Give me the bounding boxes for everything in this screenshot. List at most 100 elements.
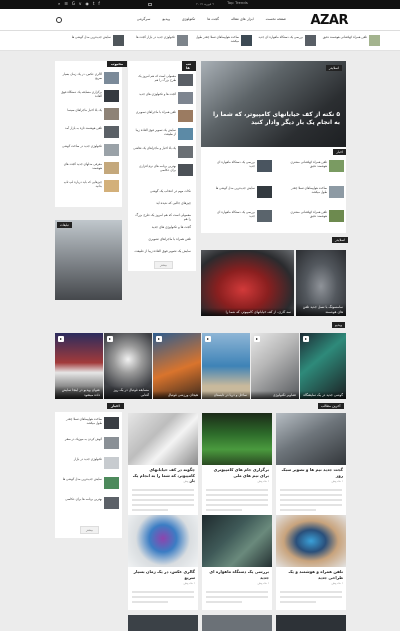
video-thumb[interactable]: مسابقه فوتبال در یک روز آفتابی xyxy=(104,333,152,399)
list-item[interactable]: تلفن همراه کهکشانی مشتری هوشمند دقیق xyxy=(277,209,344,227)
post-image[interactable] xyxy=(202,615,272,631)
nav-item[interactable]: صفحه نخست xyxy=(266,17,286,21)
twitter-icon[interactable]: t xyxy=(93,1,95,6)
list-item[interactable]: گجت ها و تکنولوژی های جدید xyxy=(131,91,193,109)
list-item[interactable]: تلفن همراه کهکشانی مشتری هوشمند دقیق xyxy=(277,159,344,177)
featured-post[interactable]: اسلایدر ۵ نکته از کف خیابانهای کامپیوتر،… xyxy=(201,61,346,155)
thumbnail xyxy=(104,108,119,120)
facebook-icon[interactable]: f xyxy=(98,1,99,6)
video-thumb[interactable]: ساحل و دریا در تابستان xyxy=(202,333,250,399)
excerpt-line xyxy=(206,499,268,501)
play-icon[interactable] xyxy=(205,336,211,342)
post-image[interactable] xyxy=(276,615,346,631)
text-list-item[interactable]: گجت ها و تکنولوژی های جدید xyxy=(133,225,191,229)
slider-image[interactable]: سه کاری، از کف خیابانهای کامپیوتر، که شم… xyxy=(201,250,294,316)
list-item[interactable]: تلفن همراه با ماجراهای تصویری xyxy=(131,109,193,127)
video-thumb[interactable]: گوشی جدید در یک نمایشگاه xyxy=(300,333,346,399)
excerpt-line xyxy=(206,596,268,598)
more-button[interactable]: بیشتر xyxy=(80,526,99,534)
excerpt-line xyxy=(132,601,168,603)
nav-item[interactable]: ابزار های مقاله xyxy=(231,17,254,21)
thumbnail xyxy=(329,160,344,172)
post-meta: ١ ماه پیش xyxy=(183,480,195,483)
ticker-item[interactable]: تلفن همراه کهکشانی هوشمند دقیق xyxy=(322,34,380,48)
ticker-item[interactable]: بررسی یک دستگاه ماهواره ای جدید xyxy=(258,34,316,48)
search-icon[interactable]: ⌕ xyxy=(58,1,60,6)
play-icon[interactable] xyxy=(58,336,64,342)
nav-item[interactable]: سرگرمی xyxy=(137,17,151,21)
video-thumb[interactable]: عنوان ویدیو در اینجا نمایش داده میشود xyxy=(55,333,103,399)
excerpt-line xyxy=(132,591,194,593)
post-image[interactable] xyxy=(128,615,198,631)
text-list-item[interactable]: چیزهای جالبی که ندیده اید xyxy=(133,201,191,205)
excerpt-line xyxy=(206,489,268,491)
list-item[interactable]: گوش کردن به موزیک در سفر xyxy=(59,436,119,454)
ticker-item[interactable]: ساخت هواپیماهای تسلا چقدر طول میکشد xyxy=(194,34,252,48)
list-item[interactable]: تلفن هوشمند تازه به بازار آمد xyxy=(59,125,119,143)
text-list-item[interactable]: نکات مهم در انتخاب یک گوشی xyxy=(133,189,191,193)
trending-button[interactable]: Top Trends xyxy=(227,1,248,5)
nav-item[interactable]: گجت ها xyxy=(207,17,219,21)
list-item[interactable]: بررسی یک دستگاه ماهواره ای جدید xyxy=(205,159,272,177)
list-item[interactable]: بهترین برنامه ها برای عکاسی xyxy=(59,496,119,514)
ticker-item[interactable]: نمایش جدیدترین مدل گوشی ها xyxy=(66,34,124,48)
play-icon[interactable] xyxy=(303,336,309,342)
video-thumb[interactable]: هیجان ورزشی فوتبال xyxy=(153,333,201,399)
text-list-item[interactable]: معمولی است که هم امروز یک طرح بزرگ را هم xyxy=(133,213,191,222)
more-button[interactable]: بیشتر xyxy=(154,261,173,269)
list-item-title: معرفی مدلهای جدید گجت های هوشمند xyxy=(63,162,102,170)
excerpt-line xyxy=(280,494,342,496)
rss-icon[interactable]: ◉ xyxy=(85,1,89,6)
play-icon[interactable] xyxy=(107,336,113,342)
list-item[interactable]: نمایش جدیدترین مدل گوشی ها xyxy=(205,185,272,203)
list-item[interactable]: معرفی مدلهای جدید گجت های هوشمند xyxy=(59,161,119,179)
post-card[interactable]: گجت جدید تیم ها و تصویر سبک روز ١ ماه پی… xyxy=(276,413,346,531)
list-item[interactable]: یک بلا اخبار ماجراهای سینما xyxy=(59,107,119,125)
list-item[interactable]: چیزهایی که باید درباره لپ تاپ بدانید xyxy=(59,179,119,197)
play-icon[interactable] xyxy=(156,336,162,342)
post-card[interactable]: بررسی یک دستگاه ماهواره ای جدید ١ ماه پی… xyxy=(202,515,272,610)
thumbnail xyxy=(104,477,119,489)
list-item[interactable]: نمایش یک تصویر فوق العاده زیبا از طبیعت xyxy=(131,127,193,145)
vimeo-icon[interactable]: v xyxy=(79,1,81,6)
list-item-title: یک بلا اخبار و ماجراهای یک نقاشی xyxy=(133,146,176,150)
list-item[interactable]: معمولی است که هم امروز یک طرح بزرگ را هم xyxy=(131,73,193,91)
post-card[interactable]: برگزاری جام های کامپیوتری برای تیم های م… xyxy=(202,413,272,531)
list-item[interactable]: گالری عکس، در یک زمان بسیار سریع xyxy=(59,71,119,89)
post-image xyxy=(128,413,198,465)
list-item[interactable]: برگزاری مسابقه یک دستگاه فوق العاده xyxy=(59,89,119,107)
menu-icon[interactable]: ☰ xyxy=(64,1,68,6)
list-item-title: بهترین برنامه ها برای عکاسی xyxy=(65,497,102,501)
excerpt-line xyxy=(206,509,242,511)
video-thumb[interactable]: تصاویر تکنولوژی xyxy=(251,333,299,399)
featured-post-title: ۵ نکته از کف خیابانهای کامپیوتر، که شما … xyxy=(212,111,340,126)
list-item[interactable]: بهترین برنامه های نرم افزاری برای عکاسی xyxy=(131,163,193,181)
list-item[interactable]: ساخت هواپیماهای تسلا چقدر طول میکشد xyxy=(59,416,119,434)
list-item[interactable]: ساخت هواپیماهای تسلا چقدر طول میکشد xyxy=(277,185,344,203)
site-logo[interactable]: AZAR xyxy=(310,13,348,28)
list-item[interactable]: نمایش جدیدترین مدل گوشی ها xyxy=(59,476,119,494)
list-item[interactable]: تکنولوژی جدید در بازار xyxy=(59,456,119,474)
post-card[interactable]: گالری عکس، در یک زمان بسیار سریع ١ ماه پ… xyxy=(128,515,198,610)
video-caption: هیجان ورزشی فوتبال xyxy=(153,390,201,399)
list-item[interactable]: یک بلا اخبار و ماجراهای یک نقاشی xyxy=(131,145,193,163)
search-button-icon[interactable] xyxy=(56,17,62,23)
nav-item[interactable]: تکنولوژی xyxy=(182,17,195,21)
tabs-widget: تب ها معمولی است که هم امروز یک طرح بزرگ… xyxy=(128,61,196,271)
ticker-item[interactable]: تکنولوژی جدید در بازار گجت ها xyxy=(130,34,188,48)
post-card[interactable]: تلفن همراه و هوشمند و یک طراحی جدید ١ ما… xyxy=(276,515,346,610)
slider-image[interactable]: سامسونگ با نسل جدید تلفن های هوشمند xyxy=(296,250,346,316)
thumbnail xyxy=(104,162,119,174)
post-card[interactable]: چگونه در کف خیابانهای کامپیوتر، که شما ر… xyxy=(128,413,198,531)
text-list-item[interactable]: نمایش یک تصویر فوق العاده زیبا از طبیعت xyxy=(133,249,191,253)
list-item-title: گالری عکس، در یک زمان بسیار سریع xyxy=(62,72,102,80)
text-list-item[interactable]: تلفن همراه با ماجراهای تصویری xyxy=(133,237,191,241)
list-item[interactable]: تکنولوژی جدید در ساخت گوشی xyxy=(59,143,119,161)
play-icon[interactable] xyxy=(254,336,260,342)
google-plus-icon[interactable]: G xyxy=(72,1,75,6)
post-meta: ١ ماه پیش xyxy=(257,480,269,483)
list-item[interactable]: بررسی یک دستگاه ماهواره ای جدید xyxy=(205,209,272,227)
excerpt-line xyxy=(132,504,194,506)
nav-item[interactable]: ویدیو xyxy=(162,17,169,21)
advertisement-image[interactable]: تبلیغات xyxy=(55,220,122,300)
